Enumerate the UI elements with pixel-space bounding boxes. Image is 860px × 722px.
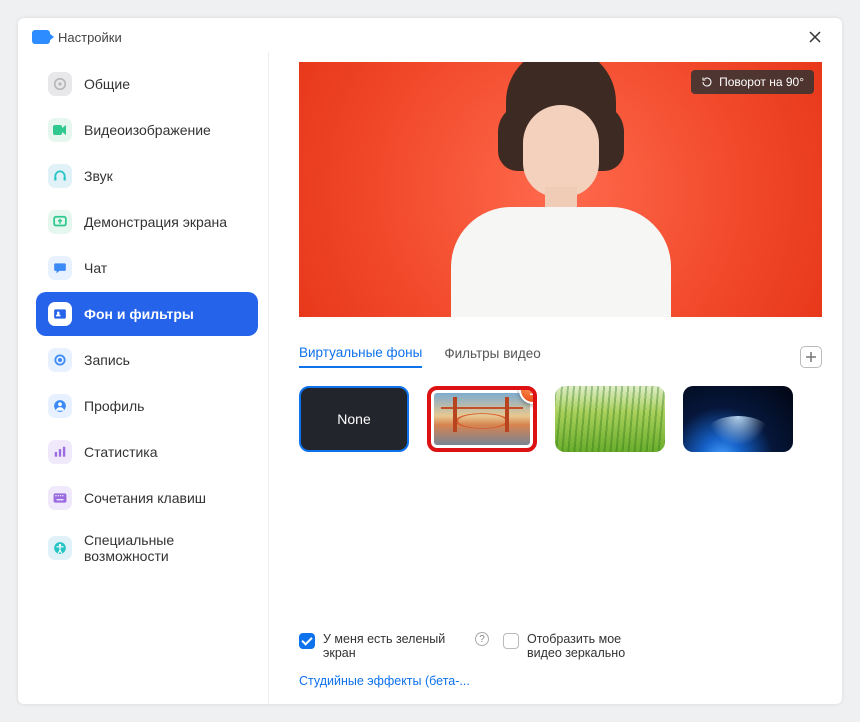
add-background-button[interactable] <box>800 346 822 368</box>
green-screen-checkbox[interactable] <box>299 633 315 649</box>
close-icon <box>808 30 822 44</box>
mirror-label: Отобразить мое видео зеркально <box>527 632 647 660</box>
background-none-label: None <box>337 411 370 427</box>
green-screen-label: У меня есть зеленый экран <box>323 632 463 660</box>
sidebar-item-label: Чат <box>84 260 107 276</box>
keyboard-icon <box>48 486 72 510</box>
close-button[interactable] <box>802 28 828 46</box>
sidebar-item-chat[interactable]: Чат <box>36 246 258 290</box>
mirror-checkbox[interactable] <box>503 633 519 649</box>
share-screen-icon <box>48 210 72 234</box>
settings-window: Настройки Общие Видеоизображение <box>18 18 842 704</box>
sidebar-item-video[interactable]: Видеоизображение <box>36 108 258 152</box>
sidebar-item-label: Сочетания клавиш <box>84 490 206 506</box>
footer-options: У меня есть зеленый экран ? Отобразить м… <box>299 602 822 694</box>
gear-icon <box>48 72 72 96</box>
sidebar-item-label: Профиль <box>84 398 144 414</box>
sidebar-item-label: Специальные возможности <box>84 532 246 564</box>
sidebar-item-label: Звук <box>84 168 113 184</box>
sidebar-item-audio[interactable]: Звук <box>36 154 258 198</box>
sidebar-item-recording[interactable]: Запись <box>36 338 258 382</box>
rotate-icon <box>701 76 713 88</box>
background-earth-space[interactable] <box>683 386 793 452</box>
background-none[interactable]: None <box>299 386 409 452</box>
camera-icon <box>48 118 72 142</box>
zoom-logo-icon <box>32 30 50 44</box>
sidebar-item-screenshare[interactable]: Демонстрация экрана <box>36 200 258 244</box>
sidebar-item-label: Фон и фильтры <box>84 306 194 322</box>
accessibility-icon <box>48 536 72 560</box>
main-content: Поворот на 90° Виртуальные фоны Фильтры … <box>268 52 842 704</box>
sidebar-item-background-filters[interactable]: Фон и фильтры <box>36 292 258 336</box>
sidebar-item-label: Статистика <box>84 444 158 460</box>
sidebar-item-label: Запись <box>84 352 130 368</box>
record-icon <box>48 348 72 372</box>
sidebar-item-shortcuts[interactable]: Сочетания клавиш <box>36 476 258 520</box>
rotate-button[interactable]: Поворот на 90° <box>691 70 814 94</box>
window-title: Настройки <box>58 30 122 45</box>
chat-icon <box>48 256 72 280</box>
tabs: Виртуальные фоны Фильтры видео <box>299 345 822 368</box>
tab-virtual-backgrounds[interactable]: Виртуальные фоны <box>299 345 422 368</box>
preview-person <box>441 97 681 317</box>
stats-icon <box>48 440 72 464</box>
background-grass[interactable] <box>555 386 665 452</box>
titlebar: Настройки <box>18 18 842 52</box>
background-list: None 1 <box>299 386 822 452</box>
sidebar-item-accessibility[interactable]: Специальные возможности <box>36 522 258 574</box>
video-preview: Поворот на 90° <box>299 62 822 317</box>
sidebar-item-label: Демонстрация экрана <box>84 214 227 230</box>
help-icon[interactable]: ? <box>475 632 489 646</box>
sidebar-item-statistics[interactable]: Статистика <box>36 430 258 474</box>
sidebar-item-profile[interactable]: Профиль <box>36 384 258 428</box>
sidebar-item-label: Общие <box>84 76 130 92</box>
sidebar-item-label: Видеоизображение <box>84 122 211 138</box>
plus-icon <box>805 351 817 363</box>
sidebar: Общие Видеоизображение Звук Демонстрация… <box>18 52 268 704</box>
profile-icon <box>48 394 72 418</box>
headphones-icon <box>48 164 72 188</box>
rotate-label: Поворот на 90° <box>719 75 804 89</box>
annotation-marker: 1 <box>519 386 537 404</box>
background-golden-gate[interactable]: 1 <box>427 386 537 452</box>
tab-video-filters[interactable]: Фильтры видео <box>444 346 540 367</box>
background-icon <box>48 302 72 326</box>
sidebar-item-general[interactable]: Общие <box>36 62 258 106</box>
studio-effects-link[interactable]: Студийные эффекты (бета-... <box>299 674 470 688</box>
